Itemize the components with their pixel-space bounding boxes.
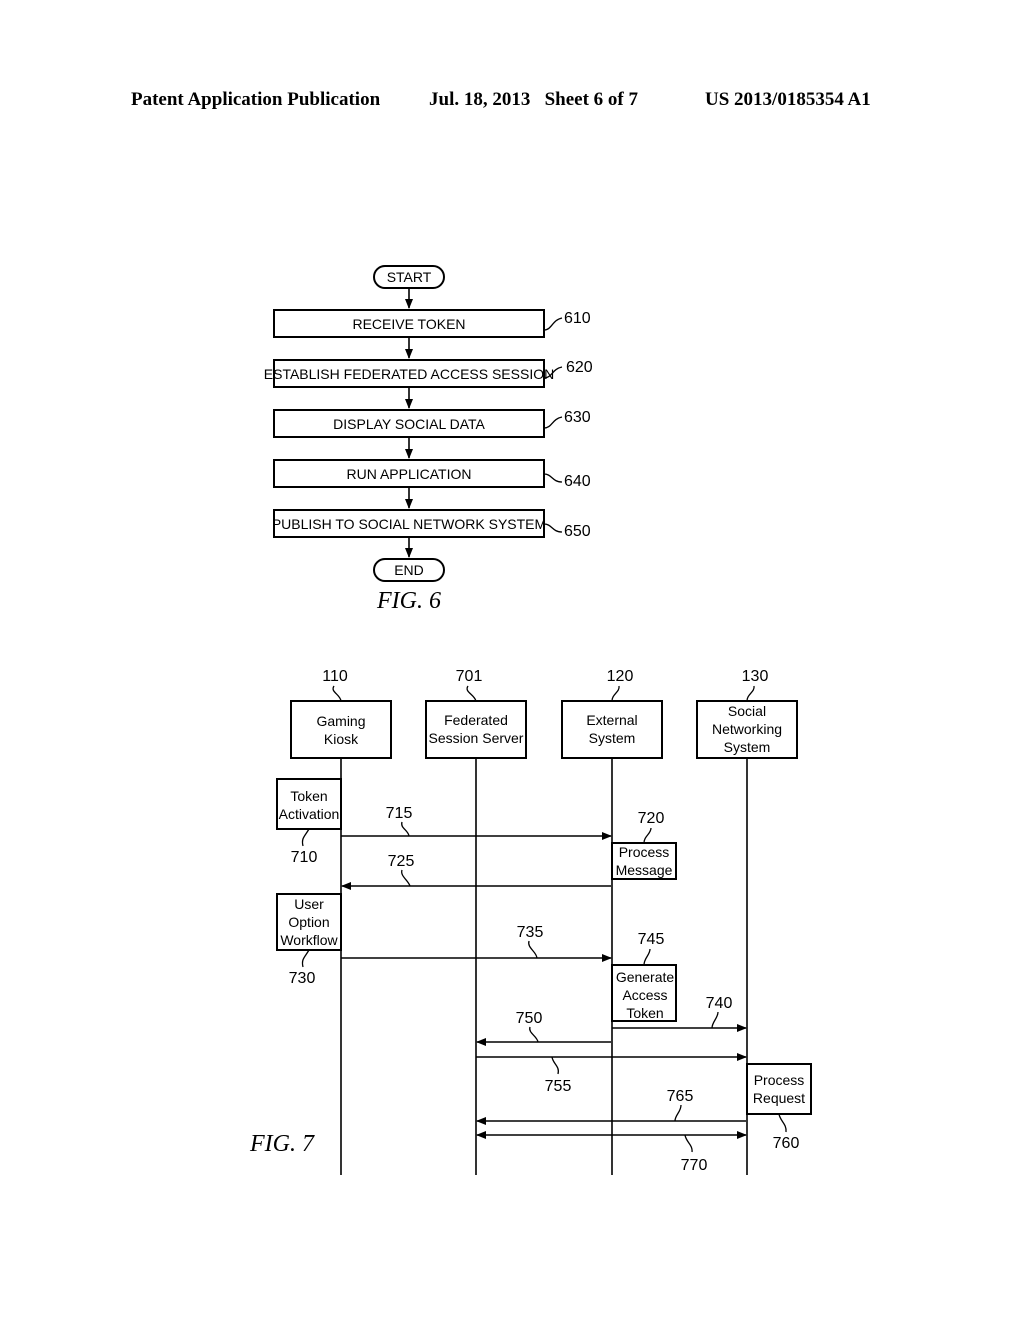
actor-label: Gaming [316,713,365,729]
actor-label: Session Server [429,730,524,746]
ref-leader [401,869,411,887]
actor-label: External [586,712,637,728]
actor-gaming-kiosk [290,700,392,759]
ref-leader [528,940,538,959]
activity-ref: 730 [289,970,316,987]
ref-leader [643,948,651,966]
ref-leader [778,1113,787,1133]
ref-leader [301,949,310,968]
fig7-sequence-diagram: 110 701 120 130 Gaming Kiosk Federated S… [249,668,812,1175]
step-ref: 630 [564,409,591,426]
activity-ref: 710 [291,849,318,866]
actor-ref: 120 [607,668,634,685]
message-ref: 725 [388,853,415,870]
message-ref: 755 [545,1078,572,1095]
actor-ref: 701 [456,668,483,685]
ref-leader [543,523,563,533]
activity-label: Workflow [280,932,338,948]
step-ref: 640 [564,473,591,490]
ref-leader [543,416,563,429]
end-label: END [394,562,424,578]
activity-label: User [294,896,324,912]
ref-leader [684,1134,693,1153]
actor-label: Social [728,703,766,719]
ref-leader [543,317,563,331]
actor-label: Federated [444,712,508,728]
ref-leader [466,685,477,702]
ref-leader [643,827,652,844]
actor-label: Networking [712,721,782,737]
activity-label: Token [290,788,327,804]
fig7-caption: FIG. 7 [249,1131,315,1157]
activity-ref: 745 [638,931,665,948]
message-ref: 740 [706,995,733,1012]
activity-label: Process [619,844,670,860]
message-ref: 715 [386,805,413,822]
ref-leader [611,685,620,702]
actor-label: Kiosk [324,731,359,747]
ref-leader [332,685,342,702]
fig6-flowchart: START RECEIVE TOKEN 610 ESTABLISH FEDERA… [264,265,593,614]
activity-ref: 760 [773,1135,800,1152]
ref-leader [746,685,755,702]
step-label: RUN APPLICATION [347,466,472,482]
message-ref: 770 [681,1157,708,1174]
ref-leader [401,821,410,837]
ref-leader [674,1104,682,1122]
activity-label: Access [622,987,667,1003]
actor-ref: 130 [742,668,769,685]
actor-label: System [724,739,771,755]
step-ref: 650 [564,523,591,540]
activity-label: Option [288,914,329,930]
step-label: DISPLAY SOCIAL DATA [333,416,485,432]
step-label: RECEIVE TOKEN [352,316,465,332]
actor-ref: 110 [322,668,348,685]
activity-ref: 720 [638,810,665,827]
ref-leader [301,828,310,847]
actor-label: System [589,730,636,746]
ref-leader [551,1056,560,1075]
patent-figures: START RECEIVE TOKEN 610 ESTABLISH FEDERA… [249,265,812,1175]
ref-leader [711,1011,719,1029]
activity-label: Request [753,1090,805,1106]
message-ref: 735 [517,924,544,941]
ref-leader [543,473,563,483]
message-ref: 750 [516,1010,543,1027]
activity-label: Activation [279,806,340,822]
step-ref: 620 [566,359,593,376]
step-label: PUBLISH TO SOCIAL NETWORK SYSTEM [272,516,546,532]
activity-label: Token [626,1005,663,1021]
fig6-caption: FIG. 6 [376,588,441,614]
activity-label: Message [616,862,673,878]
step-label: ESTABLISH FEDERATED ACCESS SESSION [264,366,554,382]
activity-label: Process [754,1072,805,1088]
step-ref: 610 [564,310,591,327]
ref-leader [529,1026,539,1043]
message-ref: 765 [667,1088,694,1105]
start-label: START [387,269,432,285]
activity-label: Generate [616,969,675,985]
